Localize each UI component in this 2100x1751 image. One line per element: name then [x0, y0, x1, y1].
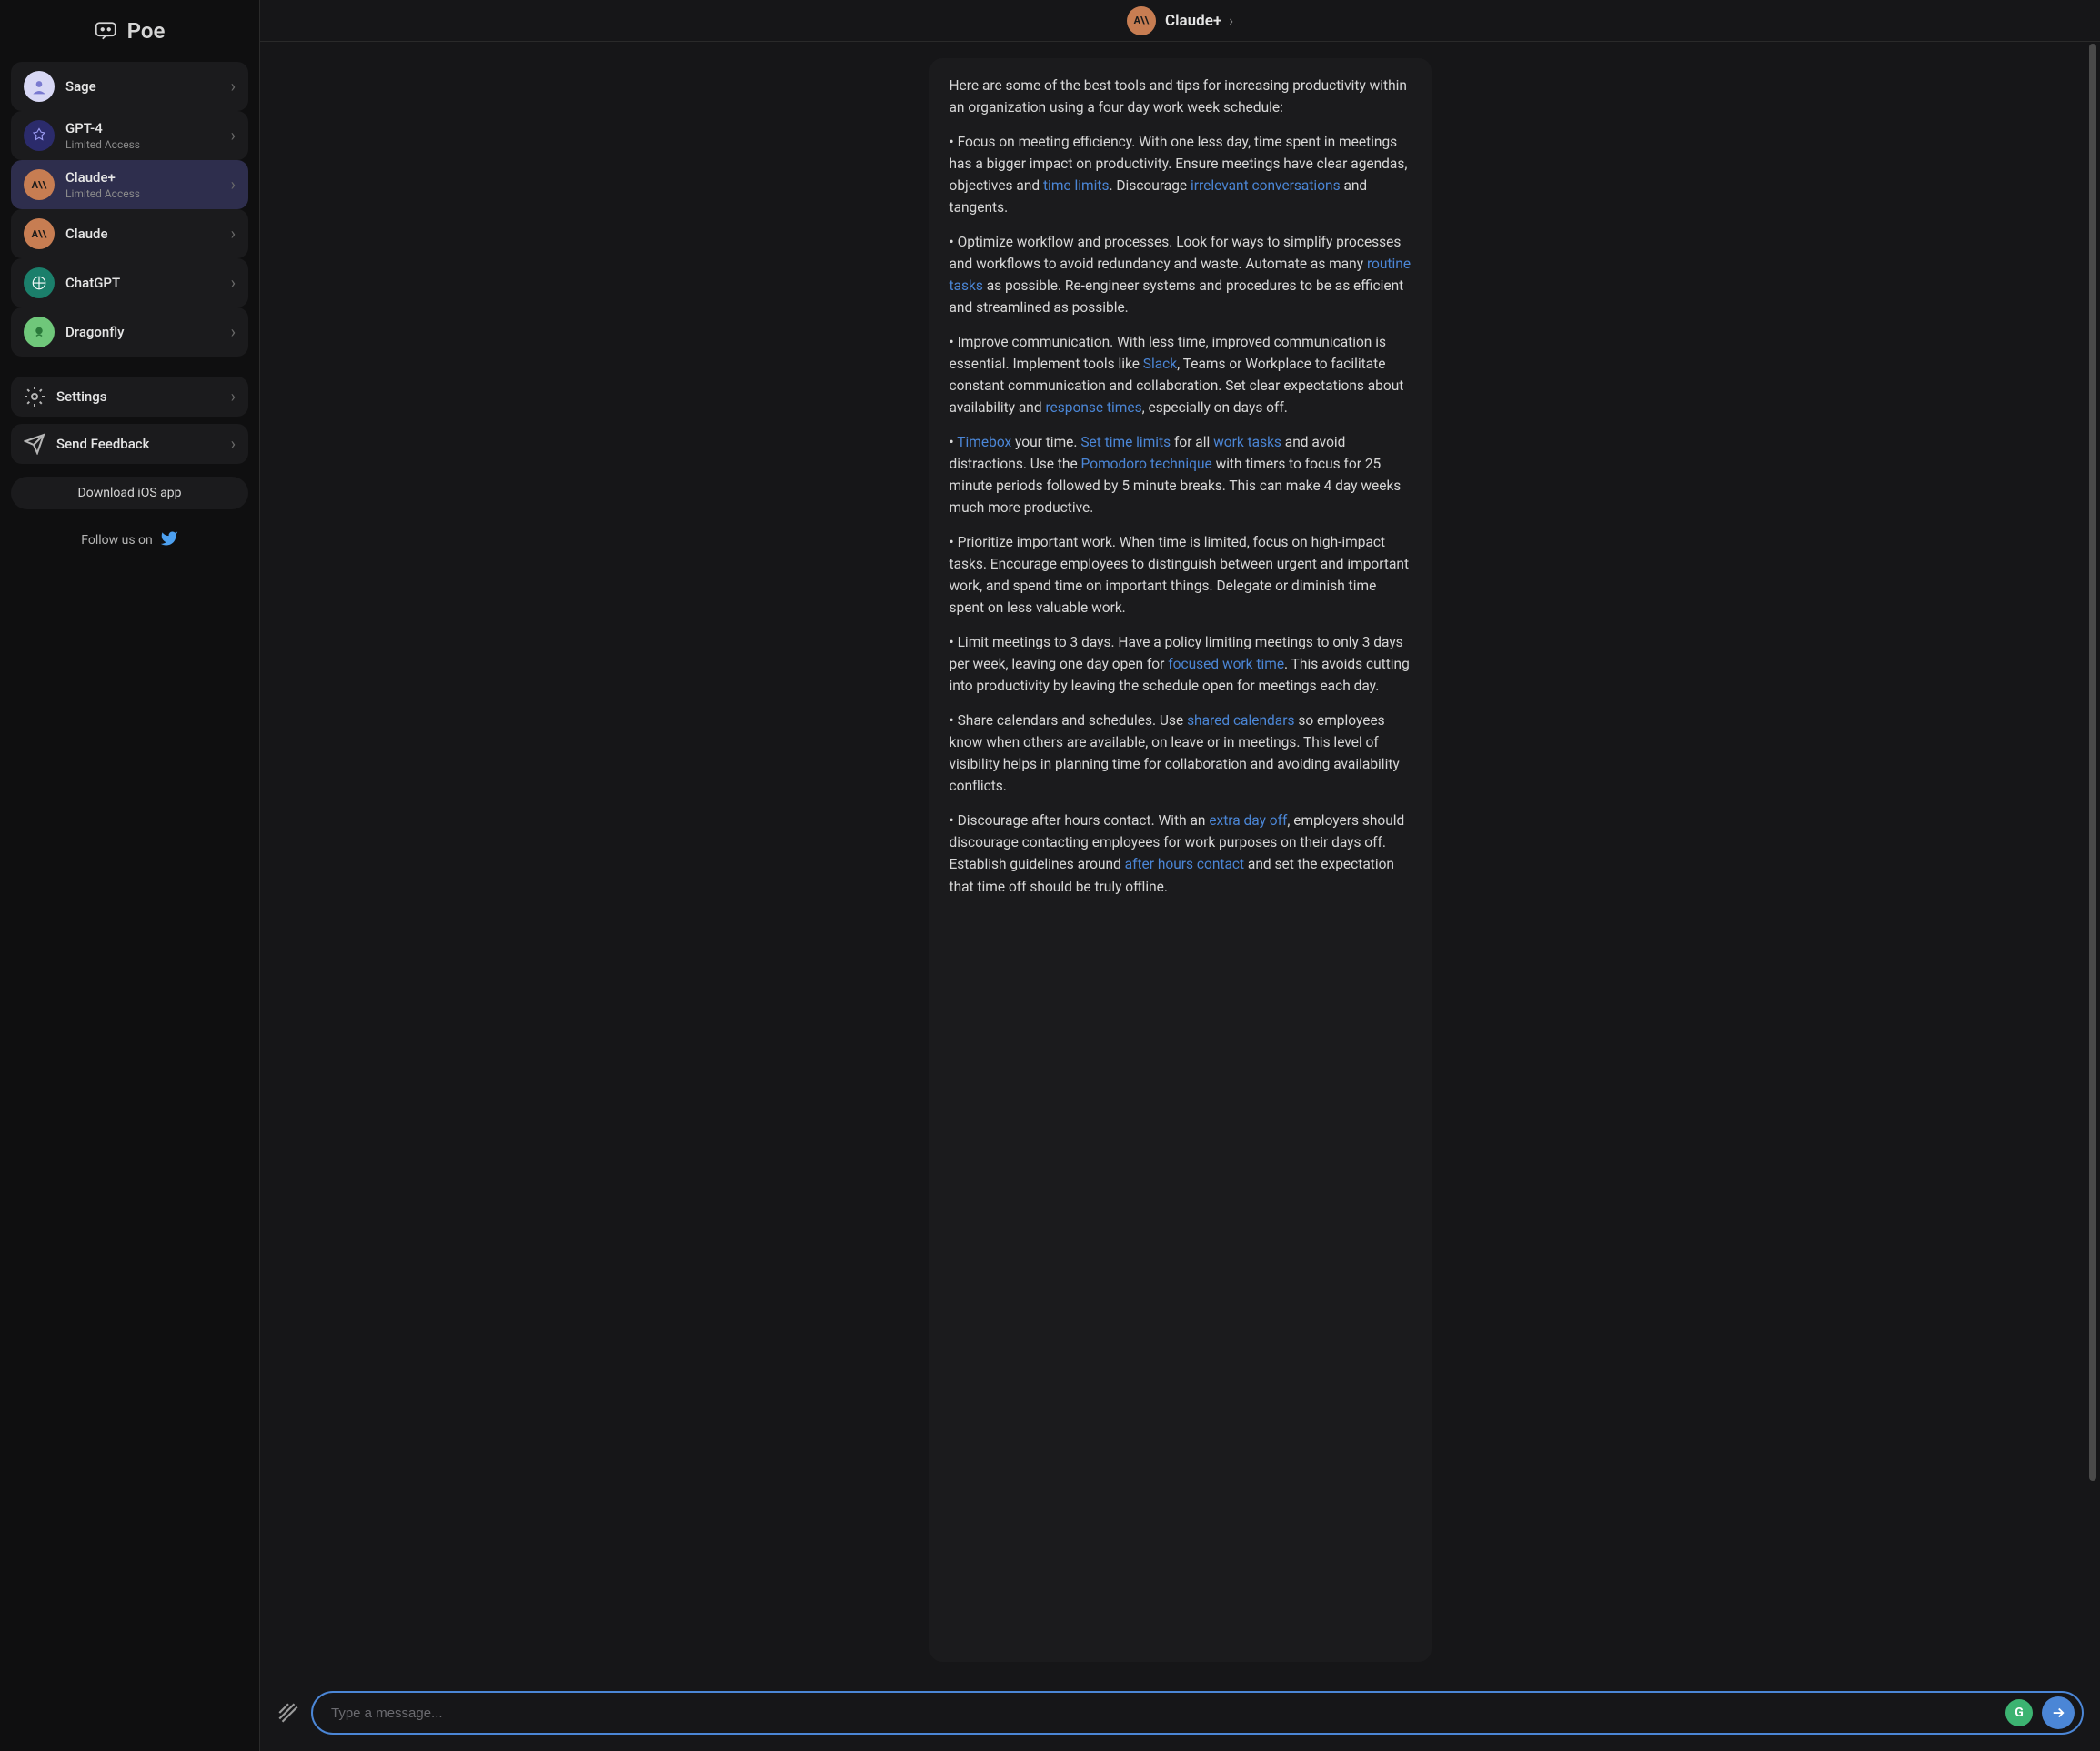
bot-name: Sage: [65, 78, 220, 95]
scrollbar-thumb[interactable]: [2089, 44, 2096, 1481]
bot-name: Claude: [65, 226, 220, 242]
message-p8: • Discourage after hours contact. With a…: [950, 810, 1412, 897]
link-time-limits[interactable]: time limits: [1043, 177, 1109, 194]
grammarly-badge[interactable]: G: [2005, 1699, 2033, 1726]
message-input-container: G: [311, 1691, 2084, 1735]
poe-logo-icon: [95, 20, 120, 42]
download-ios-button[interactable]: Download iOS app: [11, 477, 248, 509]
sidebar-bot-chatgpt[interactable]: ChatGPT ›: [11, 258, 248, 307]
link-pomodoro[interactable]: Pomodoro technique: [1081, 456, 1212, 472]
message-p4: • Timebox your time. Set time limits for…: [950, 431, 1412, 518]
bot-name: ChatGPT: [65, 275, 220, 291]
message-p5: • Prioritize important work. When time i…: [950, 531, 1412, 619]
sidebar-bot-gpt4[interactable]: GPT-4 Limited Access ›: [11, 111, 248, 160]
follow-us: Follow us on: [11, 517, 248, 551]
chevron-right-icon: ›: [231, 274, 236, 293]
link-response-times[interactable]: response times: [1045, 399, 1141, 416]
bot-avatar-claudeplus: A\\: [24, 169, 55, 200]
link-extra-day-off[interactable]: extra day off: [1209, 812, 1287, 829]
bot-name: Claude+: [65, 169, 220, 186]
sidebar-bot-claude[interactable]: A\\ Claude ›: [11, 209, 248, 258]
bot-avatar-claude: A\\: [24, 218, 55, 249]
link-work-tasks[interactable]: work tasks: [1213, 434, 1281, 450]
message-input[interactable]: [331, 1706, 1996, 1721]
bot-sub: Limited Access: [65, 138, 220, 151]
chevron-right-icon: ›: [231, 176, 236, 195]
link-timebox[interactable]: Timebox: [957, 434, 1011, 450]
message-p7: • Share calendars and schedules. Use sha…: [950, 709, 1412, 797]
sidebar-bot-dragonfly[interactable]: Dragonfly ›: [11, 307, 248, 357]
message-p2: • Optimize workflow and processes. Look …: [950, 231, 1412, 318]
message-p3: • Improve communication. With less time,…: [950, 331, 1412, 418]
header-bot-avatar: A\\: [1127, 6, 1156, 35]
logo-text: Poe: [127, 18, 166, 44]
link-set-time-limits[interactable]: Set time limits: [1080, 434, 1171, 450]
bot-sub: Limited Access: [65, 187, 220, 200]
message-p6: • Limit meetings to 3 days. Have a polic…: [950, 631, 1412, 697]
link-slack[interactable]: Slack: [1143, 356, 1177, 372]
bot-avatar-gpt4: [24, 120, 55, 151]
logo: Poe: [11, 11, 248, 55]
sidebar-bot-sage[interactable]: Sage ›: [11, 62, 248, 111]
chevron-right-icon: ›: [231, 387, 236, 407]
header-bot-title: Claude+: [1165, 12, 1221, 30]
send-feedback-button[interactable]: Send Feedback ›: [11, 424, 248, 464]
feedback-label: Send Feedback: [56, 436, 220, 452]
clear-context-icon[interactable]: [276, 1701, 300, 1725]
link-irrelevant-conversations[interactable]: irrelevant conversations: [1191, 177, 1341, 194]
message-p1: • Focus on meeting efficiency. With one …: [950, 131, 1412, 218]
send-icon: [24, 433, 45, 455]
link-focused-work-time[interactable]: focused work time: [1168, 656, 1284, 672]
send-button[interactable]: [2042, 1696, 2075, 1729]
message-intro: Here are some of the best tools and tips…: [950, 75, 1412, 118]
chevron-right-icon: ›: [231, 323, 236, 342]
chevron-right-icon: ›: [231, 126, 236, 146]
bot-name: Dragonfly: [65, 324, 220, 340]
chevron-right-icon: ›: [231, 435, 236, 454]
sidebar-bot-claudeplus[interactable]: A\\ Claude+Limited Access ›: [11, 160, 248, 209]
chevron-right-icon: ›: [1229, 12, 1233, 29]
bot-name: GPT-4: [65, 120, 220, 136]
link-after-hours-contact[interactable]: after hours contact: [1125, 856, 1244, 872]
message-scroll-area[interactable]: Here are some of the best tools and tips…: [260, 42, 2100, 1678]
main-panel: A\\ Claude+ › Here are some of the best …: [260, 0, 2100, 1751]
scrollbar[interactable]: [2087, 44, 2098, 1676]
chevron-right-icon: ›: [231, 77, 236, 96]
follow-label: Follow us on: [81, 533, 153, 548]
link-shared-calendars[interactable]: shared calendars: [1187, 712, 1294, 729]
sidebar: Poe Sage›GPT-4Limited Access›A\\Claude+L…: [0, 0, 260, 1751]
input-row: G: [260, 1678, 2100, 1751]
bot-avatar-dragonfly: [24, 317, 55, 347]
bot-avatar-sage: [24, 71, 55, 102]
twitter-icon[interactable]: [160, 529, 178, 551]
settings-button[interactable]: Settings ›: [11, 377, 248, 417]
settings-icon: [24, 386, 45, 408]
chat-header[interactable]: A\\ Claude+ ›: [260, 0, 2100, 42]
bot-avatar-chatgpt: [24, 267, 55, 298]
chevron-right-icon: ›: [231, 225, 236, 244]
settings-label: Settings: [56, 388, 220, 405]
assistant-message: Here are some of the best tools and tips…: [929, 58, 1432, 1662]
